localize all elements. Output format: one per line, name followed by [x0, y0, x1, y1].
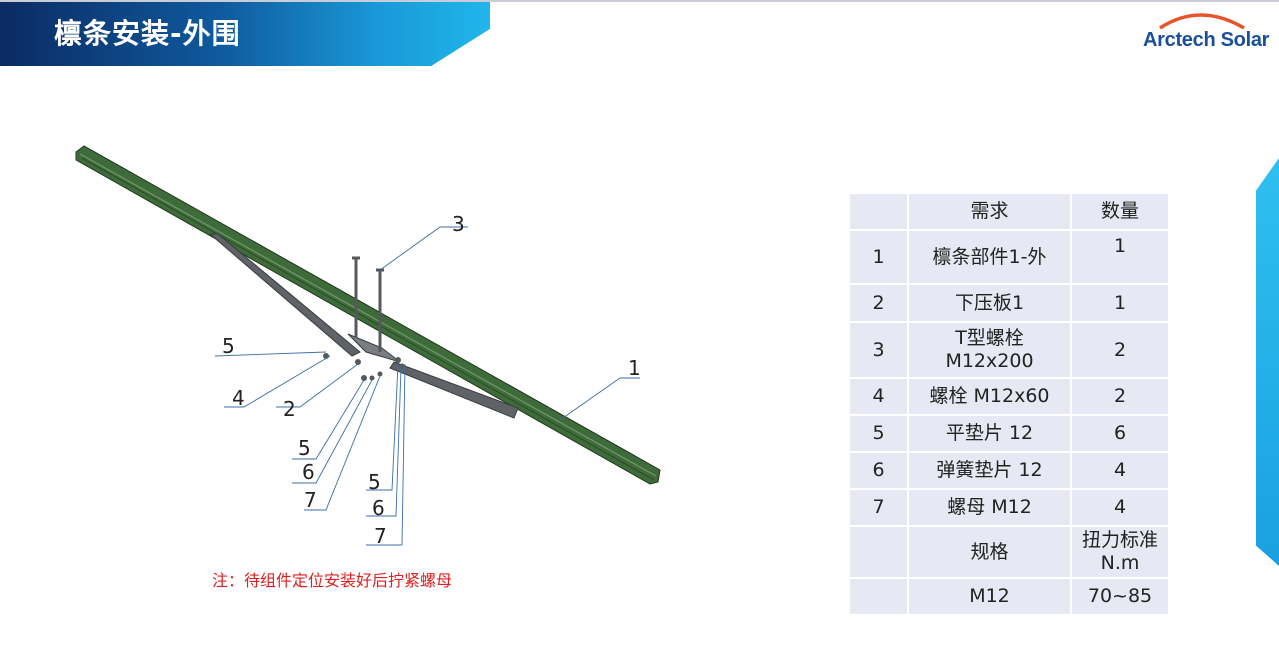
row-qty: 2: [1072, 379, 1168, 414]
washer-5-right: [395, 357, 401, 363]
right-accent-bar: [1256, 158, 1279, 566]
purlin-assembly-drawing: [75, 145, 661, 546]
row-qty: 1: [1072, 231, 1168, 283]
row-num: 6: [850, 453, 907, 488]
callout-6-b: 6: [372, 496, 385, 520]
table-row: 3 T型螺栓 M12x200 2: [850, 323, 1168, 377]
callout-7-a: 7: [304, 488, 317, 512]
torque-header: 扭力标准 N.m: [1072, 527, 1168, 577]
callout-3: 3: [452, 212, 465, 236]
spec-header-empty: [850, 527, 907, 577]
row-num: 3: [850, 323, 907, 377]
row-name: 平垫片 12: [909, 416, 1070, 451]
header-num: [850, 194, 907, 229]
table-row: 5 平垫片 12 6: [850, 416, 1168, 451]
row-qty: 4: [1072, 490, 1168, 525]
spec-value-label: M12: [909, 579, 1070, 614]
callout-6-a: 6: [302, 460, 315, 484]
header-requirement: 需求: [909, 194, 1070, 229]
spec-label-header: 规格: [909, 527, 1070, 577]
row-qty: 6: [1072, 416, 1168, 451]
callout-5-c: 5: [368, 470, 381, 494]
callout-2: 2: [283, 397, 296, 421]
spec-empty: [850, 579, 907, 614]
row-qty: 1: [1072, 285, 1168, 321]
page-title: 檩条安装-外围: [54, 17, 241, 50]
logo-text: Arctech Solar: [1143, 29, 1270, 51]
row-num: 5: [850, 416, 907, 451]
parts-table: 需求 数量 1 檩条部件1-外 1 2 下压板1 1 3 T型螺栓 M12x20…: [848, 192, 1170, 616]
row-num: 4: [850, 379, 907, 414]
table-row: 1 檩条部件1-外 1: [850, 231, 1168, 283]
beam-edge-highlight: [79, 153, 657, 477]
table-row: 7 螺母 M12 4: [850, 490, 1168, 525]
table-header-row: 需求 数量: [850, 194, 1168, 229]
row-num: 2: [850, 285, 907, 321]
row-name: 螺母 M12: [909, 490, 1070, 525]
beam-edge-shadow: [81, 157, 655, 481]
torque-value: 70~85: [1072, 579, 1168, 614]
row-name: 檩条部件1-外: [909, 231, 1070, 283]
header-quantity: 数量: [1072, 194, 1168, 229]
callout-7-b: 7: [374, 524, 387, 548]
callout-4: 4: [232, 386, 245, 410]
nut-7-mid: [377, 371, 383, 377]
row-num: 1: [850, 231, 907, 283]
logo-arc: [1159, 13, 1245, 30]
row-name: 螺栓 M12x60: [909, 379, 1070, 414]
spring-washer-6-mid: [369, 375, 375, 381]
installation-note: 注：待组件定位安装好后拧紧螺母: [212, 571, 453, 590]
row-num: 7: [850, 490, 907, 525]
top-border: [0, 0, 1279, 2]
spec-row: M12 70~85: [850, 579, 1168, 614]
table-row: 4 螺栓 M12x60 2: [850, 379, 1168, 414]
row-qty: 2: [1072, 323, 1168, 377]
callout-1: 1: [628, 356, 641, 380]
spring-washer-6-right: [399, 363, 405, 369]
row-name: T型螺栓 M12x200: [909, 323, 1070, 377]
table-row: 6 弹簧垫片 12 4: [850, 453, 1168, 488]
callout-5-a: 5: [222, 334, 235, 358]
spec-header-row: 规格 扭力标准 N.m: [850, 527, 1168, 577]
row-qty: 4: [1072, 453, 1168, 488]
callout-5-b: 5: [298, 436, 311, 460]
row-name: 下压板1: [909, 285, 1070, 321]
table-row: 2 下压板1 1: [850, 285, 1168, 321]
row-name: 弹簧垫片 12: [909, 453, 1070, 488]
